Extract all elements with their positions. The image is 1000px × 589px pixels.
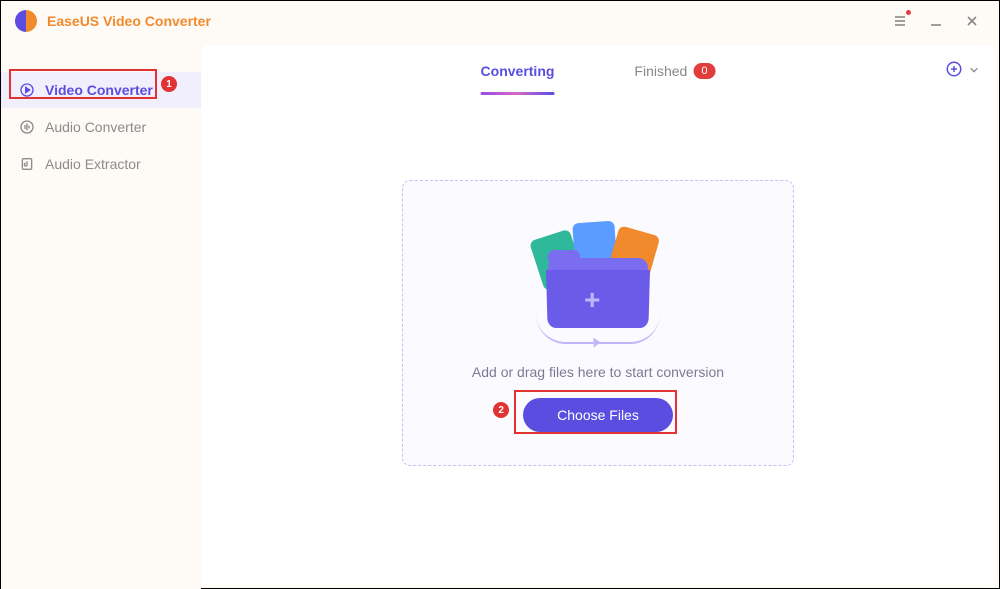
- tabs-row: Converting Finished 0: [201, 45, 995, 97]
- add-button[interactable]: [945, 60, 963, 83]
- chevron-down-icon: [969, 65, 979, 75]
- tab-label: Converting: [481, 63, 555, 79]
- content-area: Converting Finished 0: [201, 45, 995, 585]
- sidebar-item-label: Audio Converter: [45, 119, 146, 135]
- folder-illustration-icon: +: [528, 214, 668, 344]
- audio-converter-icon: [19, 119, 35, 135]
- menu-button[interactable]: [887, 8, 913, 34]
- video-converter-icon: [19, 82, 35, 98]
- minimize-icon: [929, 14, 943, 28]
- dropzone[interactable]: + Add or drag files here to start conver…: [402, 180, 794, 466]
- notification-dot-icon: [906, 10, 911, 15]
- app-title: EaseUS Video Converter: [47, 13, 211, 29]
- tab-finished[interactable]: Finished 0: [634, 63, 715, 79]
- choose-files-button[interactable]: Choose Files: [523, 398, 673, 432]
- app-logo-icon: [15, 10, 37, 32]
- annotation-badge-2: 2: [493, 402, 509, 418]
- close-icon: [965, 14, 979, 28]
- dropzone-hint: Add or drag files here to start conversi…: [472, 364, 724, 380]
- audio-extractor-icon: [19, 156, 35, 172]
- hamburger-icon: [892, 13, 908, 29]
- sidebar-item-audio-converter[interactable]: Audio Converter: [1, 109, 201, 145]
- tab-converting[interactable]: Converting: [481, 63, 555, 79]
- add-dropdown-button[interactable]: [969, 62, 979, 80]
- close-button[interactable]: [959, 8, 985, 34]
- sidebar-item-audio-extractor[interactable]: Audio Extractor: [1, 146, 201, 182]
- minimize-button[interactable]: [923, 8, 949, 34]
- annotation-badge-1: 1: [161, 76, 177, 92]
- sidebar: Video Converter Audio Converter Audio Ex…: [1, 41, 201, 589]
- sidebar-item-label: Video Converter: [45, 82, 153, 98]
- finished-count-badge: 0: [693, 63, 715, 79]
- plus-circle-icon: [945, 60, 963, 78]
- sidebar-item-label: Audio Extractor: [45, 156, 141, 172]
- tab-label: Finished: [634, 63, 687, 79]
- titlebar: EaseUS Video Converter: [1, 1, 999, 41]
